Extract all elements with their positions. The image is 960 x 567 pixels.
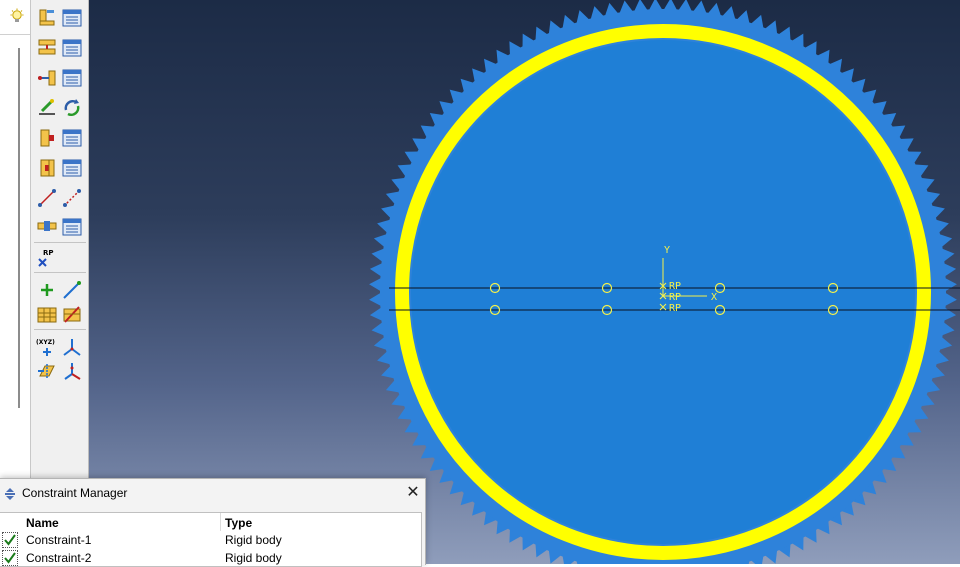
- rp-label-3: RP: [669, 303, 681, 314]
- column-separator[interactable]: [220, 513, 221, 531]
- interaction-toolbox: RP (XYZ): [31, 0, 89, 480]
- create-connector-section-icon[interactable]: [36, 37, 58, 59]
- display-body-manager-icon[interactable]: [61, 216, 83, 238]
- rp-label-2: RP: [669, 292, 681, 303]
- column-header-type[interactable]: Type: [225, 516, 252, 530]
- column-header-name[interactable]: Name: [26, 516, 59, 530]
- create-interaction-icon[interactable]: [36, 157, 58, 179]
- partition-cell-icon[interactable]: [61, 304, 83, 326]
- lightbulb-icon[interactable]: [8, 8, 26, 26]
- create-connector-assignment-icon[interactable]: [36, 97, 58, 119]
- svg-text:(XYZ): (XYZ): [36, 339, 55, 346]
- connector-assignment-switch-icon[interactable]: [61, 97, 83, 119]
- active-checkbox[interactable]: [2, 532, 18, 548]
- constraint-name: Constraint-2: [26, 551, 92, 565]
- create-spring-icon[interactable]: [36, 187, 58, 209]
- create-engineering-feature-icon[interactable]: [36, 127, 58, 149]
- engineering-feature-manager-icon[interactable]: [61, 127, 83, 149]
- tree-scrollbar[interactable]: [18, 48, 20, 408]
- table-row[interactable]: Constraint-2 Rigid body: [0, 549, 421, 567]
- triad-y-label: Y: [664, 245, 670, 256]
- tree-divider: [0, 34, 30, 35]
- constraint-table: Name Type Constraint-1 Rigid body Constr…: [0, 512, 422, 567]
- constraint-manager-dialog: Constraint Manager ✕ Name Type Constrain…: [0, 478, 426, 567]
- create-constraint-icon[interactable]: [36, 7, 58, 29]
- toolbox-separator: [34, 272, 86, 273]
- create-datum-point-icon[interactable]: [36, 279, 58, 301]
- datum-plane-offset-icon[interactable]: [36, 360, 58, 382]
- close-button[interactable]: ✕: [404, 483, 422, 501]
- checkmark-icon: [4, 534, 16, 546]
- datum-csys-rectangular-icon[interactable]: [61, 360, 83, 382]
- create-wire-icon[interactable]: [36, 67, 58, 89]
- datum-csys-icon[interactable]: (XYZ): [36, 336, 58, 358]
- wire-manager-icon[interactable]: [61, 67, 83, 89]
- constraint-name: Constraint-1: [26, 533, 92, 547]
- svg-text:RP: RP: [43, 249, 54, 257]
- toolbox-separator: [34, 242, 86, 243]
- create-display-body-icon[interactable]: [36, 216, 58, 238]
- create-datum-axis-icon[interactable]: [61, 279, 83, 301]
- constraint-manager-icon: [3, 487, 17, 501]
- model-tree-strip: [0, 0, 31, 480]
- reference-point-icon[interactable]: RP: [36, 247, 58, 269]
- datum-csys-axes-icon[interactable]: [61, 336, 83, 358]
- triad-x-label: X: [711, 292, 717, 303]
- rp-label-1: RP: [669, 281, 681, 292]
- connector-section-manager-icon[interactable]: [61, 37, 83, 59]
- interaction-manager-icon[interactable]: [61, 157, 83, 179]
- create-datum-plane-icon[interactable]: [36, 304, 58, 326]
- checkmark-icon: [4, 552, 16, 564]
- constraint-manager-icon[interactable]: [61, 7, 83, 29]
- constraint-type: Rigid body: [225, 551, 282, 565]
- toolbox-separator: [34, 329, 86, 330]
- create-dashpot-icon[interactable]: [61, 187, 83, 209]
- table-row[interactable]: Constraint-1 Rigid body: [0, 531, 421, 549]
- dialog-title: Constraint Manager: [22, 486, 128, 500]
- constraint-type: Rigid body: [225, 533, 282, 547]
